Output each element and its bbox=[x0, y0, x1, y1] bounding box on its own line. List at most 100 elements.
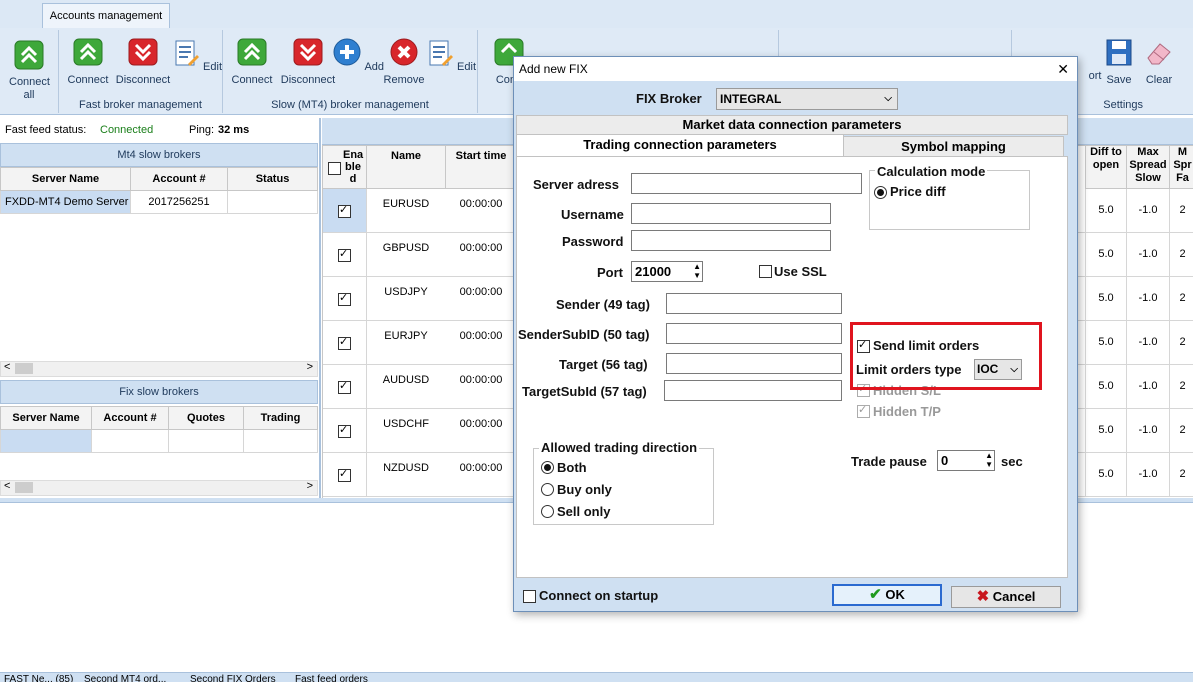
enabled-checkbox[interactable] bbox=[338, 247, 351, 262]
direction-buy-label: Buy only bbox=[557, 482, 612, 497]
col-trading[interactable]: Trading bbox=[243, 406, 318, 430]
enabled-checkbox[interactable] bbox=[338, 467, 351, 482]
password-input[interactable] bbox=[631, 230, 831, 251]
direction-both-radio[interactable] bbox=[541, 461, 554, 474]
stepper-arrows-icon[interactable]: ▲ ▼ bbox=[985, 451, 993, 469]
direction-sell-radio[interactable] bbox=[541, 505, 554, 518]
enabled-checkbox[interactable] bbox=[338, 335, 351, 350]
max-spread-slow: -1.0 bbox=[1126, 409, 1169, 452]
col-server-name[interactable]: Server Name bbox=[0, 406, 92, 430]
col-enabled[interactable]: Ena ble d bbox=[323, 146, 367, 189]
price-diff-radio[interactable] bbox=[874, 186, 887, 199]
server-address-input[interactable] bbox=[631, 173, 862, 194]
enabled-checkbox[interactable] bbox=[338, 379, 351, 394]
scroll-left-icon[interactable]: < bbox=[4, 480, 10, 492]
hidden-tp-checkbox[interactable] bbox=[857, 403, 870, 418]
scroll-left-icon[interactable]: < bbox=[4, 361, 10, 373]
enabled-checkbox[interactable] bbox=[338, 203, 351, 218]
cancel-x-icon: ✖ bbox=[976, 588, 990, 605]
password-label: Password bbox=[562, 234, 624, 249]
tab-symbol-mapping[interactable]: Symbol mapping bbox=[843, 136, 1064, 157]
slow-edit-button[interactable]: Edit bbox=[423, 38, 477, 74]
diff-to-open: 5.0 bbox=[1085, 233, 1126, 276]
stepper-arrows-icon[interactable]: ▲ ▼ bbox=[693, 262, 701, 280]
sender-subid-input[interactable] bbox=[666, 323, 842, 344]
enabled-cell bbox=[323, 233, 367, 276]
remove-x-icon bbox=[390, 38, 418, 66]
enabled-checkbox[interactable] bbox=[338, 291, 351, 306]
col-max-spread-fast[interactable]: M Spr Fa bbox=[1169, 146, 1193, 189]
scroll-right-icon[interactable]: > bbox=[307, 361, 313, 373]
eraser-icon bbox=[1147, 43, 1171, 65]
mt4-horizontal-scrollbar[interactable]: < > bbox=[0, 361, 318, 377]
connect-all-button[interactable]: Connect all bbox=[2, 40, 56, 102]
table-row[interactable]: FXDD-MT4 Demo Server 2017256251 bbox=[0, 190, 318, 214]
diff-to-open: 5.0 bbox=[1085, 321, 1126, 364]
table-row[interactable] bbox=[0, 429, 318, 453]
select-all-checkbox[interactable] bbox=[328, 162, 341, 175]
direction-sell-label: Sell only bbox=[557, 504, 611, 519]
target-input[interactable] bbox=[666, 353, 842, 374]
fix-panel-title: Fix slow brokers bbox=[0, 380, 318, 404]
col-name[interactable]: Name bbox=[367, 146, 446, 189]
max-spread-fast: 2 bbox=[1169, 233, 1193, 276]
col-start-time[interactable]: Start time bbox=[446, 146, 516, 189]
chevron-down-icon: ⌵ bbox=[884, 93, 892, 104]
fast-disconnect-button[interactable]: Disconnect bbox=[114, 38, 172, 87]
diff-to-open: 5.0 bbox=[1085, 409, 1126, 452]
fast-connect-button[interactable]: Connect bbox=[61, 38, 115, 87]
scroll-thumb[interactable] bbox=[15, 363, 33, 374]
scroll-thumb[interactable] bbox=[15, 482, 33, 493]
col-account[interactable]: Account # bbox=[91, 406, 169, 430]
mt4-panel-title: Mt4 slow brokers bbox=[0, 143, 318, 167]
dialog-title: Add new FIX bbox=[519, 62, 588, 76]
clear-button[interactable]: Clear bbox=[1132, 38, 1186, 87]
close-icon[interactable]: ✕ bbox=[1057, 57, 1069, 81]
col-quotes[interactable]: Quotes bbox=[168, 406, 244, 430]
col-max-spread-slow[interactable]: Max Spread Slow bbox=[1126, 146, 1169, 189]
tab-strip bbox=[0, 0, 1193, 29]
username-input[interactable] bbox=[631, 203, 831, 224]
use-ssl-checkbox[interactable] bbox=[759, 265, 772, 278]
slow-disconnect-button[interactable]: Disconnect bbox=[279, 38, 337, 87]
col-account[interactable]: Account # bbox=[130, 167, 228, 191]
start-time: 00:00:00 bbox=[459, 462, 503, 474]
col-server-name[interactable]: Server Name bbox=[0, 167, 131, 191]
connect-on-startup-checkbox[interactable] bbox=[523, 590, 536, 603]
fix-broker-select[interactable]: INTEGRAL ⌵ bbox=[716, 88, 898, 110]
enabled-cell bbox=[323, 277, 367, 320]
fast-group-label: Fast broker management bbox=[79, 99, 202, 111]
add-new-fix-dialog: Add new FIX ✕ FIX Broker INTEGRAL ⌵ Mark… bbox=[513, 56, 1078, 612]
plus-icon bbox=[333, 38, 361, 66]
ok-button[interactable]: ✔ OK bbox=[832, 584, 942, 606]
tab-market-data[interactable]: Market data connection parameters bbox=[516, 115, 1068, 135]
splitter[interactable] bbox=[319, 118, 321, 498]
symbol-name: EURUSD bbox=[382, 198, 430, 210]
trade-pause-stepper[interactable]: 0 ▲ ▼ bbox=[937, 450, 995, 471]
connect-up-icon bbox=[14, 40, 44, 70]
fix-horizontal-scrollbar[interactable]: < > bbox=[0, 480, 318, 496]
enabled-cell bbox=[323, 321, 367, 364]
scroll-right-icon[interactable]: > bbox=[307, 480, 313, 492]
enabled-checkbox[interactable] bbox=[338, 423, 351, 438]
diff-to-open: 5.0 bbox=[1085, 453, 1126, 496]
sender-input[interactable] bbox=[666, 293, 842, 314]
dialog-titlebar[interactable]: Add new FIX ✕ bbox=[514, 57, 1077, 81]
direction-buy-radio[interactable] bbox=[541, 483, 554, 496]
connect-on-startup-label: Connect on startup bbox=[539, 588, 659, 603]
port-stepper[interactable]: 21000 ▲ ▼ bbox=[631, 261, 703, 282]
tab-trading-connection[interactable]: Trading connection parameters bbox=[516, 134, 844, 157]
fast-edit-button[interactable]: Edit bbox=[169, 38, 223, 74]
cancel-button[interactable]: ✖ Cancel bbox=[951, 586, 1061, 608]
ribbon-group-slow: Connect Disconnect Add Remove Edit Slow … bbox=[223, 30, 478, 113]
max-spread-slow: -1.0 bbox=[1126, 321, 1169, 364]
tab-accounts-management[interactable]: Accounts management bbox=[42, 3, 170, 28]
col-diff-to-open[interactable]: Diff to open bbox=[1085, 146, 1126, 189]
col-status[interactable]: Status bbox=[227, 167, 318, 191]
start-time: 00:00:00 bbox=[459, 330, 503, 342]
target-subid-input[interactable] bbox=[664, 380, 842, 401]
target-subid-label: TargetSubId (57 tag) bbox=[522, 384, 647, 399]
slow-connect-button[interactable]: Connect bbox=[225, 38, 279, 87]
symbol-name: NZDUSD bbox=[383, 462, 429, 474]
symbol-name: USDCHF bbox=[383, 418, 429, 430]
